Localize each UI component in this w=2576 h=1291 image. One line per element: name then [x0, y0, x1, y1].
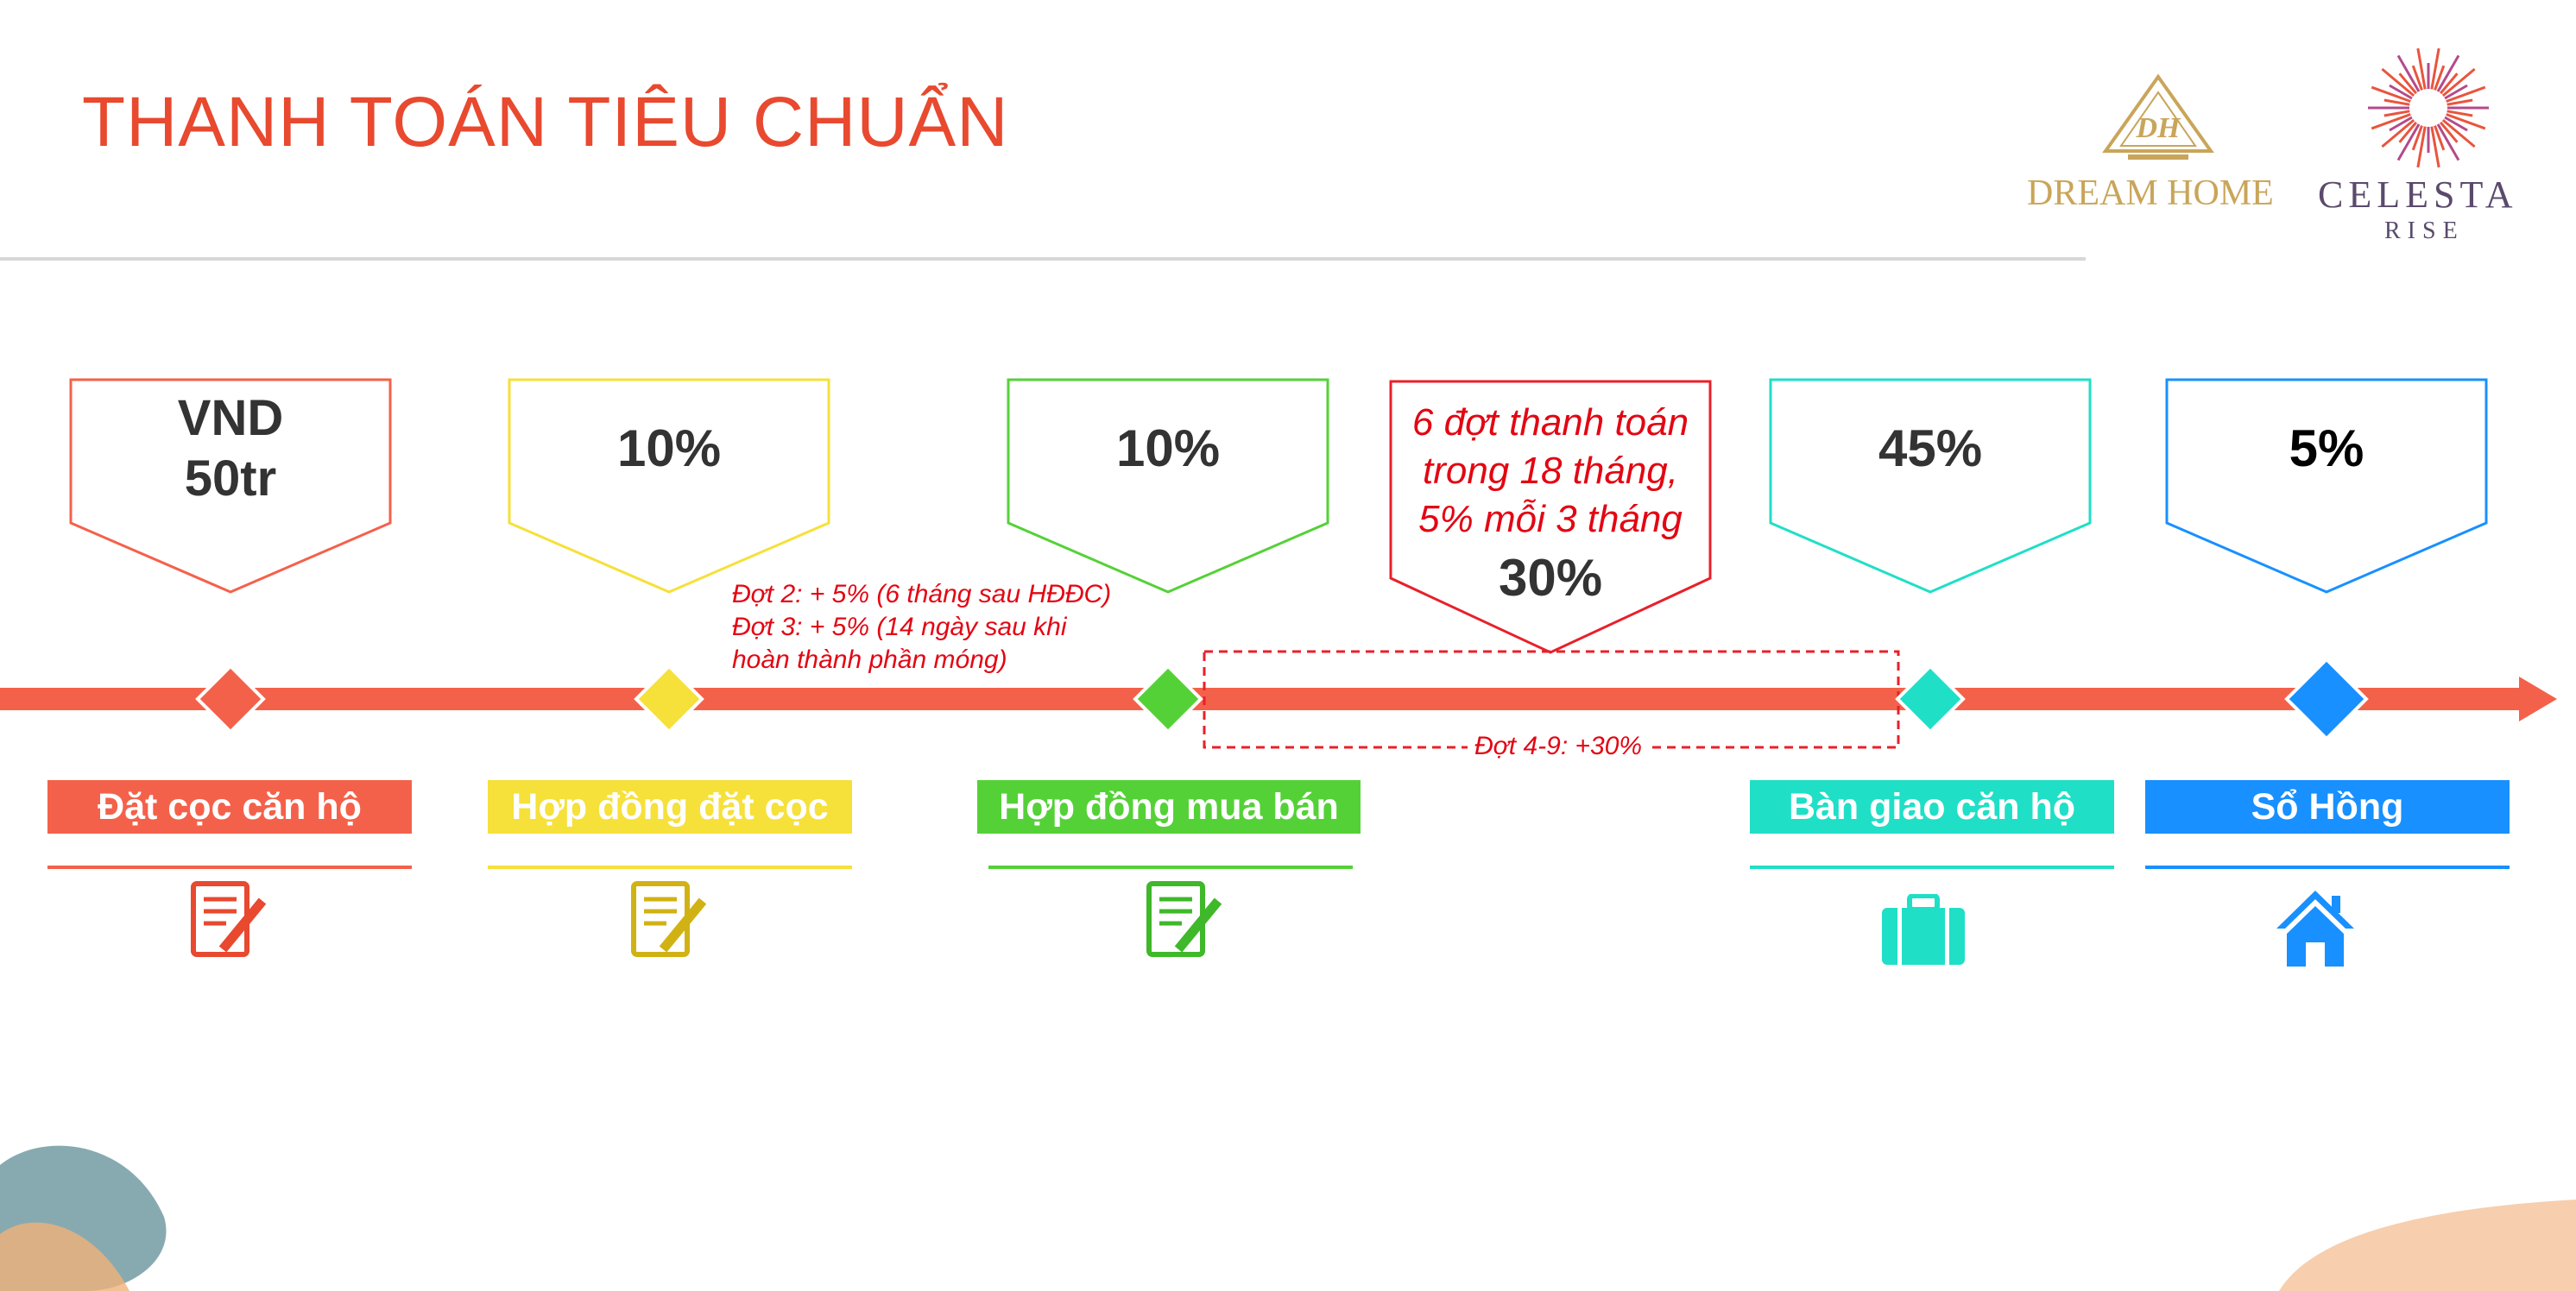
contract-icon: [631, 881, 707, 957]
slide: THANH TOÁN TIÊU CHUẨN DH DREAM HOME CELE…: [0, 0, 2576, 1291]
label-handover-underline: [1750, 866, 2114, 869]
house-icon: [2276, 891, 2354, 967]
briefcase-icon: [1882, 894, 1965, 965]
marker-sale-contract: [1133, 664, 1203, 734]
label-sale-contract-underline: [988, 866, 1353, 869]
label-handover: Bàn giao căn hộ: [1750, 780, 2114, 834]
timeline: [0, 650, 2557, 749]
marker-deposit-contract: [634, 664, 704, 734]
contract-icon: [1146, 881, 1222, 957]
installments-range-label: Đợt 4-9: +30%: [1468, 732, 1650, 761]
label-pink-book: Sổ Hồng: [2145, 780, 2510, 834]
label-deposit-contract-underline: [488, 866, 852, 869]
marker-pink-book: [2284, 657, 2369, 741]
label-deposit-contract: Hợp đồng đặt cọc: [488, 780, 852, 834]
label-sale-contract: Hợp đồng mua bán: [977, 780, 1361, 834]
label-pink-book-underline: [2145, 866, 2510, 869]
marker-handover: [1895, 664, 1966, 734]
marker-deposit: [195, 664, 266, 734]
label-deposit-underline: [47, 866, 412, 869]
timeline-bar: [0, 688, 2525, 710]
label-deposit: Đặt cọc căn hộ: [47, 780, 412, 834]
timeline-arrowhead: [2519, 677, 2557, 721]
contract-icon: [191, 881, 267, 957]
